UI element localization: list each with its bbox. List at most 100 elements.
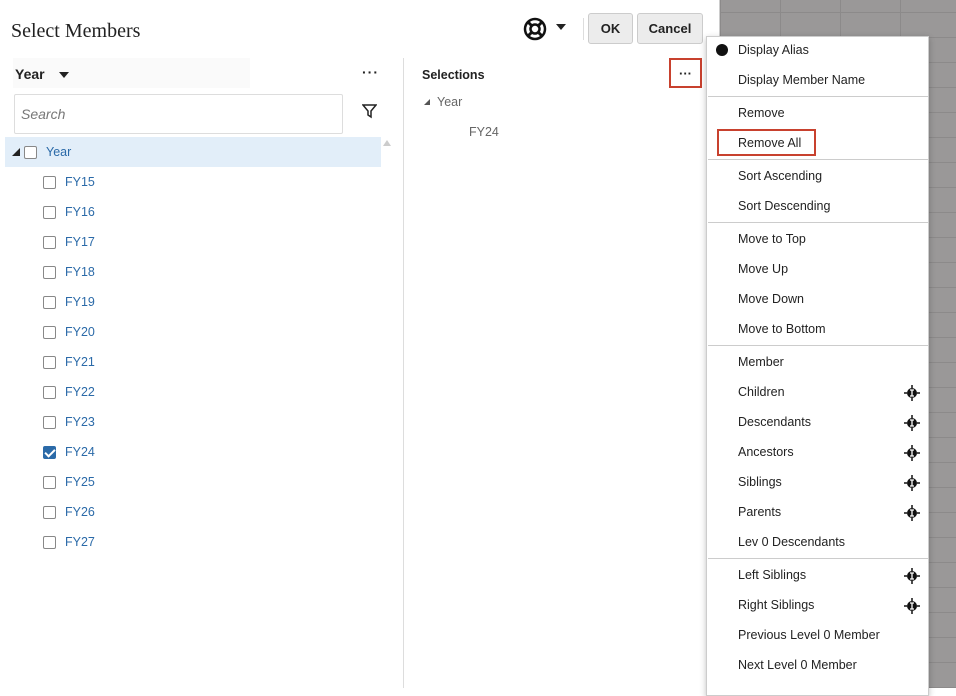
tree-item[interactable]: FY20 [5,317,381,347]
menu-item-next-level-0-member[interactable]: Next Level 0 Member [707,650,928,680]
tree-item-label: FY17 [65,235,95,249]
tree-item[interactable]: FY27 [5,527,381,557]
tree-item[interactable]: FY25 [5,467,381,497]
menu-separator [708,96,929,97]
menu-item-remove[interactable]: Remove [707,98,928,128]
scroll-up-icon[interactable] [383,140,391,146]
tree-item[interactable]: FY23 [5,407,381,437]
checkbox[interactable] [24,145,37,159]
menu-item-descendants[interactable]: Descendants [707,407,928,437]
tree-item[interactable]: FY15 [5,167,381,197]
checkbox[interactable] [43,415,56,429]
tree-root-year[interactable]: Year [5,137,381,167]
tree-item[interactable]: FY16 [5,197,381,227]
member-picker-icon[interactable] [904,505,920,524]
member-picker-icon[interactable] [904,385,920,404]
menu-item-label: Display Alias [738,43,809,57]
menu-item-member[interactable]: Member [707,347,928,377]
tree-item[interactable]: FY21 [5,347,381,377]
dimension-label: Year [15,66,45,82]
member-picker-icon[interactable] [904,445,920,464]
menu-item-label: Remove [738,106,785,120]
help-dropdown-caret-icon[interactable] [556,24,566,30]
selection-group-label: Year [437,95,463,109]
checkbox[interactable] [43,355,56,369]
selected-radio-icon [716,44,728,56]
menu-item-ancestors[interactable]: Ancestors [707,437,928,467]
tree-item[interactable]: FY26 [5,497,381,527]
tree-item-label: FY27 [65,535,95,549]
cancel-button[interactable]: Cancel [637,13,703,44]
checkbox[interactable] [43,475,56,489]
tree-item[interactable]: FY17 [5,227,381,257]
menu-item-label: Previous Level 0 Member [738,628,880,642]
menu-item-siblings[interactable]: Siblings [707,467,928,497]
menu-separator [708,222,929,223]
tree-item[interactable]: FY18 [5,257,381,287]
tree-item[interactable]: FY22 [5,377,381,407]
filter-icon[interactable] [361,104,378,122]
menu-item-children[interactable]: Children [707,377,928,407]
menu-item-label: Move Up [738,262,789,276]
selection-group[interactable]: Year [424,95,462,109]
member-picker-icon[interactable] [904,568,920,587]
dimension-selector[interactable]: Year [13,58,250,88]
tree-item-label: FY22 [65,385,95,399]
menu-item-parents[interactable]: Parents [707,497,928,527]
checkbox[interactable] [43,175,56,189]
search-input[interactable]: Search [14,94,343,134]
checkbox[interactable] [43,385,56,399]
menu-item-label: Member [738,355,784,369]
tree-item-label: FY23 [65,415,95,429]
member-picker-icon[interactable] [904,598,920,617]
menu-item-label: Sort Ascending [738,169,823,183]
menu-item-label: Move to Bottom [738,322,826,336]
checkbox[interactable] [43,325,56,339]
checkbox[interactable] [43,265,56,279]
selection-item[interactable]: FY24 [469,125,499,139]
tree-item-label: FY16 [65,205,95,219]
menu-item-previous-level-0-member[interactable]: Previous Level 0 Member [707,620,928,650]
collapse-triangle-icon[interactable] [12,148,20,156]
checkbox[interactable] [43,505,56,519]
checkbox[interactable] [43,445,56,459]
menu-item-display-alias[interactable]: Display Alias [707,35,928,65]
tree-item-label: FY26 [65,505,95,519]
left-more-actions-button[interactable]: ··· [362,64,379,80]
menu-item-label: Right Siblings [738,598,815,612]
tree-item-label: FY20 [65,325,95,339]
select-members-dialog: Select Members OK Cancel Year ··· Search… [0,0,720,688]
lifebuoy-icon[interactable] [523,17,547,46]
menu-item-label: Descendants [738,415,811,429]
checkbox[interactable] [43,235,56,249]
menu-item-move-up[interactable]: Move Up [707,254,928,284]
collapse-triangle-icon [424,99,430,105]
menu-item-right-siblings[interactable]: Right Siblings [707,590,928,620]
menu-item-label: Move Down [738,292,804,306]
tree-item-label: FY19 [65,295,95,309]
tree-item[interactable]: FY24 [5,437,381,467]
menu-separator [708,345,929,346]
menu-item-label: Move to Top [738,232,806,246]
menu-item-label: Ancestors [738,445,794,459]
ok-button[interactable]: OK [588,13,633,44]
menu-item-sort-ascending[interactable]: Sort Ascending [707,161,928,191]
checkbox[interactable] [43,205,56,219]
selections-more-actions-button[interactable]: ··· [669,58,702,88]
menu-item-move-down[interactable]: Move Down [707,284,928,314]
member-picker-icon[interactable] [904,415,920,434]
tree-item-label: FY18 [65,265,95,279]
toolbar-divider [583,18,584,40]
menu-item-sort-descending[interactable]: Sort Descending [707,191,928,221]
checkbox[interactable] [43,295,56,309]
member-picker-icon[interactable] [904,475,920,494]
tree-item[interactable]: FY19 [5,287,381,317]
tree-item-label: FY15 [65,175,95,189]
menu-item-display-member-name[interactable]: Display Member Name [707,65,928,95]
menu-item-lev-0-descendants[interactable]: Lev 0 Descendants [707,527,928,557]
highlight-box [717,129,816,156]
menu-item-move-to-bottom[interactable]: Move to Bottom [707,314,928,344]
menu-item-left-siblings[interactable]: Left Siblings [707,560,928,590]
menu-item-move-to-top[interactable]: Move to Top [707,224,928,254]
checkbox[interactable] [43,535,56,549]
